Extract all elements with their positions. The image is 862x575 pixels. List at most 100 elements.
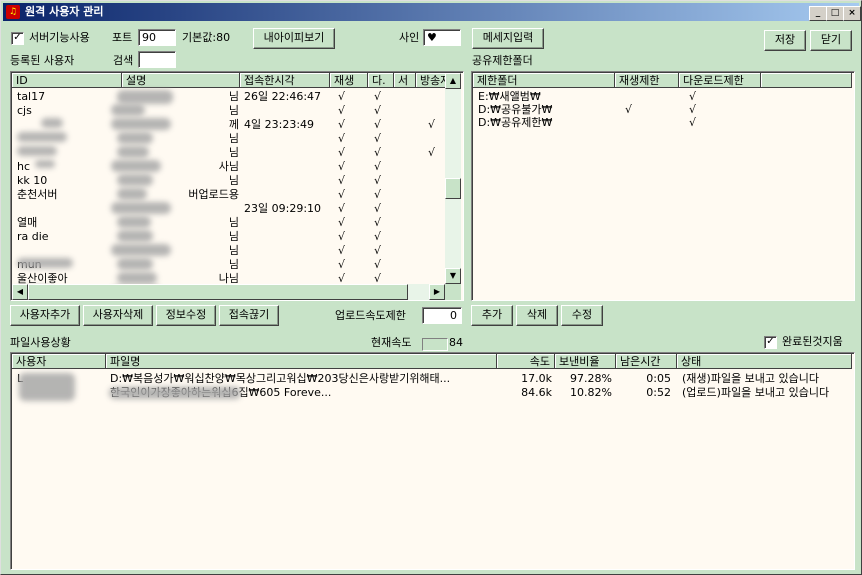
col-header-play[interactable]: 재생 bbox=[330, 73, 368, 88]
table-row[interactable]: 춘천서버 버업로드용 √ √ bbox=[12, 188, 445, 202]
user-down-cell: √ bbox=[374, 188, 382, 201]
edit-info-button[interactable]: 정보수정 bbox=[156, 305, 216, 326]
folder-path-cell: D:₩공유불가₩ bbox=[478, 103, 553, 116]
redacted-desc bbox=[117, 272, 157, 284]
user-id-cell: 열매 bbox=[17, 216, 38, 229]
add-user-button[interactable]: 사용자추가 bbox=[10, 305, 80, 326]
table-row[interactable]: 께 4일 23:23:49 √ √ √ bbox=[12, 118, 445, 132]
maximize-button[interactable]: □ bbox=[826, 6, 844, 21]
list-item[interactable]: E:₩새앨범₩ √ bbox=[473, 90, 851, 103]
user-down-cell: √ bbox=[374, 244, 382, 257]
table-row[interactable]: 열매 님 √ √ bbox=[12, 216, 445, 230]
col-header-play-limit[interactable]: 재생제한 bbox=[615, 73, 679, 88]
sign-input[interactable]: ♥ bbox=[423, 29, 461, 46]
col-header-srv[interactable]: 서 bbox=[394, 73, 416, 88]
users-hscrollbar[interactable]: ◀ ▶ bbox=[12, 284, 445, 300]
port-input[interactable]: 90 bbox=[138, 29, 176, 46]
folder-down-limit-cell: √ bbox=[689, 116, 697, 129]
user-play-cell: √ bbox=[338, 202, 346, 215]
col-header-down[interactable]: 다. bbox=[368, 73, 394, 88]
redacted-id bbox=[35, 160, 55, 168]
user-id-cell: ra die bbox=[17, 230, 49, 243]
hide-completed-label: 완료된것지움 bbox=[782, 335, 843, 348]
add-folder-button[interactable]: 추가 bbox=[471, 305, 513, 326]
server-enable-checkbox[interactable]: ✓ bbox=[11, 32, 24, 45]
user-play-cell: √ bbox=[338, 174, 346, 187]
edit-folder-button[interactable]: 수정 bbox=[561, 305, 603, 326]
table-row[interactable]: hc 사님 √ √ bbox=[12, 160, 445, 174]
user-id-cell: hc bbox=[17, 160, 31, 173]
minimize-button[interactable]: _ bbox=[809, 6, 827, 21]
col-header-status[interactable]: 상태 bbox=[677, 354, 852, 369]
message-input-button[interactable]: 메세지입력 bbox=[472, 28, 544, 49]
redacted-user bbox=[19, 373, 75, 401]
user-play-cell: √ bbox=[338, 118, 346, 131]
disconnect-button[interactable]: 접속끊기 bbox=[219, 305, 279, 326]
delete-user-button[interactable]: 사용자삭제 bbox=[83, 305, 153, 326]
col-header-time[interactable]: 접속한시각 bbox=[240, 73, 330, 88]
table-row[interactable]: 23일 09:29:10 √ √ bbox=[12, 202, 445, 216]
redacted-desc bbox=[117, 258, 153, 270]
table-row[interactable]: LD:₩복음성가₩워십찬양₩목상그리고워십₩203당신은사랑받기위해태...17… bbox=[12, 372, 852, 386]
table-row[interactable]: mun님√√ bbox=[12, 258, 445, 272]
table-row[interactable]: cjs 님 √ √ bbox=[12, 104, 445, 118]
close-window-button[interactable]: × bbox=[843, 6, 861, 21]
folder-path-cell: D:₩공유제한₩ bbox=[478, 116, 553, 129]
user-play-cell: √ bbox=[338, 258, 346, 271]
scroll-right-icon[interactable]: ▶ bbox=[429, 284, 445, 300]
hscroll-thumb[interactable] bbox=[28, 284, 408, 300]
table-row[interactable]: 님 √ √ bbox=[12, 244, 445, 258]
scroll-down-icon[interactable]: ▼ bbox=[445, 268, 461, 284]
shared-folders-list[interactable]: 제한폴더 재생제한 다운로드제한 E:₩새앨범₩ √ D:₩공유불가₩ √ √ D:₩공유… bbox=[471, 71, 855, 301]
file-remain-cell: 0:52 bbox=[646, 386, 671, 399]
title-bar[interactable]: ♫ 원격 사용자 관리 _ □ × bbox=[3, 3, 861, 21]
redacted-desc bbox=[117, 90, 173, 104]
redacted-desc bbox=[111, 244, 171, 256]
user-play-cell: √ bbox=[338, 132, 346, 145]
close-button[interactable]: 닫기 bbox=[810, 30, 852, 51]
users-vscrollbar[interactable]: ▲ ▼ bbox=[445, 73, 461, 284]
user-play-cell: √ bbox=[338, 216, 346, 229]
col-header-cast[interactable]: 방송자 bbox=[416, 73, 446, 88]
search-input[interactable] bbox=[138, 51, 176, 68]
col-header-id[interactable]: ID bbox=[12, 73, 122, 88]
list-item[interactable]: D:₩공유불가₩ √ √ bbox=[473, 103, 851, 116]
file-usage-list[interactable]: 사용자 파일명 속도 보낸비율 남은시간 상태 LD:₩복음성가₩워십찬양₩목상… bbox=[10, 352, 855, 570]
folder-path-cell: E:₩새앨범₩ bbox=[478, 90, 541, 103]
col-header-folder[interactable]: 제한폴더 bbox=[473, 73, 615, 88]
scroll-left-icon[interactable]: ◀ bbox=[12, 284, 28, 300]
scroll-thumb[interactable] bbox=[445, 178, 461, 199]
current-speed-bar bbox=[422, 338, 448, 351]
save-button[interactable]: 저장 bbox=[764, 30, 806, 51]
col-header-filename[interactable]: 파일명 bbox=[106, 354, 497, 369]
col-header-user[interactable]: 사용자 bbox=[12, 354, 106, 369]
upload-limit-input[interactable]: 0 bbox=[422, 307, 462, 324]
table-row[interactable]: kk 10 님 √ √ bbox=[12, 174, 445, 188]
col-header-down-limit[interactable]: 다운로드제한 bbox=[679, 73, 761, 88]
file-status-cell: (재생)파일을 보내고 있습니다 bbox=[682, 372, 820, 385]
table-row[interactable]: ra die 님 √ √ bbox=[12, 230, 445, 244]
col-header-ratio[interactable]: 보낸비율 bbox=[555, 354, 616, 369]
list-item[interactable]: D:₩공유제한₩ √ bbox=[473, 116, 851, 129]
col-header-blank bbox=[761, 73, 852, 88]
show-my-ip-button[interactable]: 내아이피보기 bbox=[253, 28, 335, 49]
scroll-up-icon[interactable]: ▲ bbox=[445, 73, 461, 89]
user-time-cell: 4일 23:23:49 bbox=[244, 118, 315, 131]
redacted-desc bbox=[111, 202, 171, 214]
col-header-remain[interactable]: 남은시간 bbox=[616, 354, 677, 369]
app-window: ♫ 원격 사용자 관리 _ □ × ✓ 서버기능사용 포트 90 기본값:80 … bbox=[0, 0, 862, 575]
redacted-desc bbox=[117, 146, 149, 158]
hide-completed-checkbox[interactable]: ✓ bbox=[764, 336, 777, 349]
user-id-cell: 춘천서버 bbox=[17, 188, 58, 201]
user-down-cell: √ bbox=[374, 216, 382, 229]
delete-folder-button[interactable]: 삭제 bbox=[516, 305, 558, 326]
redacted-id bbox=[17, 132, 67, 142]
col-header-desc[interactable]: 설명 bbox=[122, 73, 240, 88]
file-usage-label: 파일사용상황 bbox=[10, 336, 71, 349]
users-list[interactable]: ID 설명 접속한시각 재생 다. 서 방송자 tal17님26일 22:46:… bbox=[10, 71, 464, 301]
user-id-cell: tal17 bbox=[17, 90, 46, 103]
table-row[interactable]: 님 √ √ bbox=[12, 132, 445, 146]
col-header-speed[interactable]: 속도 bbox=[497, 354, 555, 369]
table-row[interactable]: tal17 님 26일 22:46:47 √ √ bbox=[12, 90, 445, 104]
table-row[interactable]: 님 √ √ √ bbox=[12, 146, 445, 160]
